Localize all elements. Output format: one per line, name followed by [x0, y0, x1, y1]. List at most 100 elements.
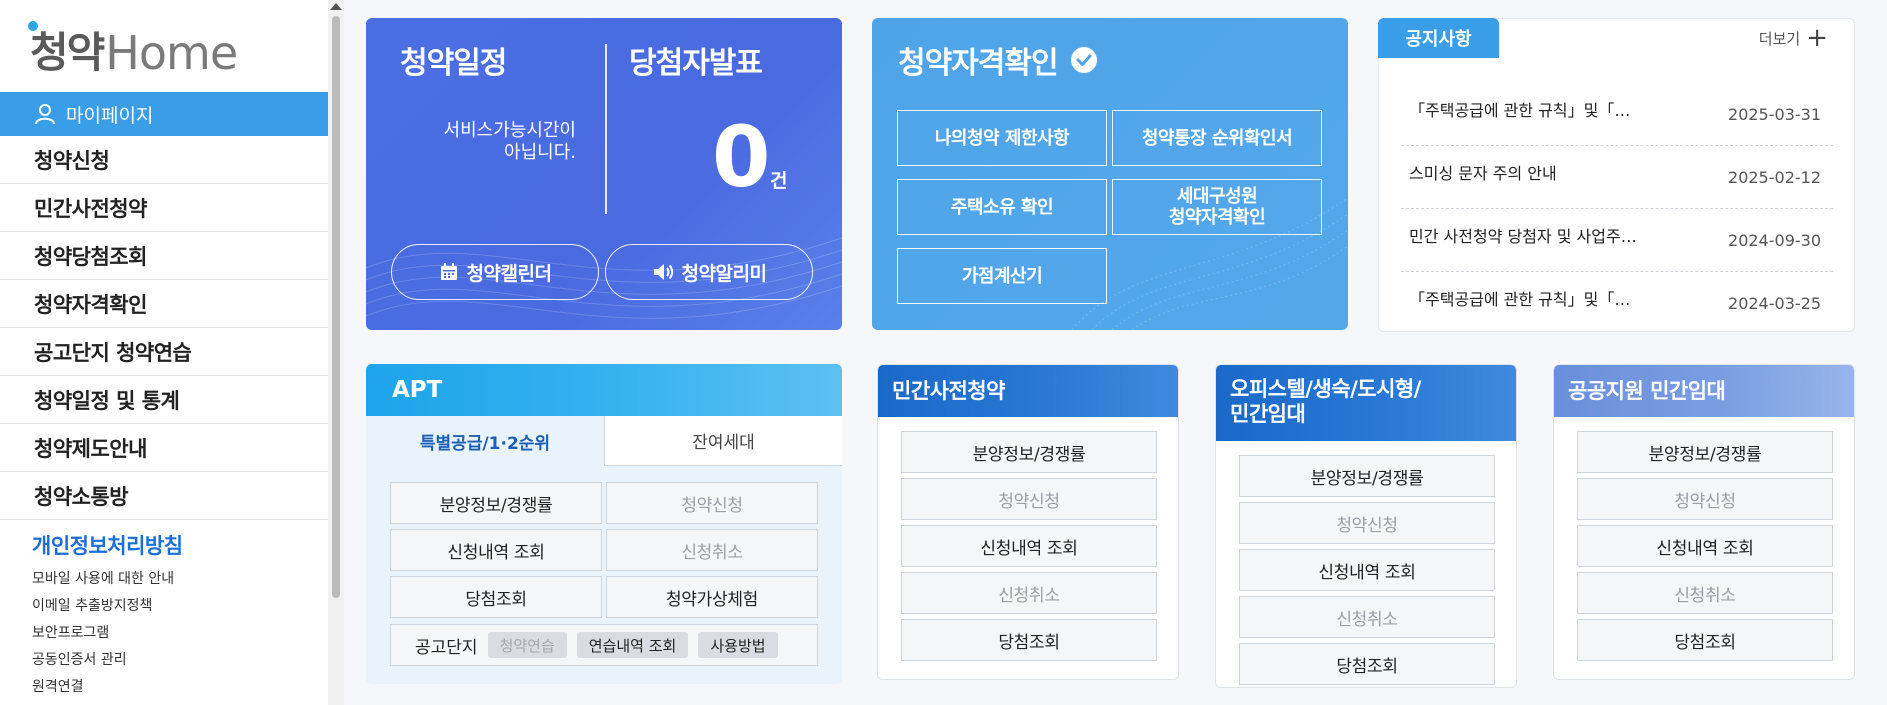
- public-rental-header: 공공지원 민간임대: [1554, 365, 1854, 417]
- scroll-up-icon[interactable]: [330, 3, 342, 10]
- notice-item-date: 2025-02-12: [1728, 168, 1821, 187]
- winner-count-unit: 건: [770, 170, 788, 192]
- my-restriction-button[interactable]: 나의청약 제한사항: [897, 110, 1107, 166]
- notice-item-date: 2024-09-30: [1728, 231, 1821, 250]
- logo-korean: 청약: [28, 19, 105, 80]
- practice-history-chip[interactable]: 연습내역 조회: [576, 632, 689, 658]
- mypage-label: 마이페이지: [66, 104, 154, 127]
- apt-tabs: 특별공급/1·2순위 잔여세대: [366, 416, 842, 466]
- private-pre-apply-button[interactable]: 청약신청: [901, 478, 1157, 520]
- service-unavailable-message: 서비스가능시간이 아닙니다.: [406, 120, 576, 164]
- sidebar-item-private-pre-subscription[interactable]: 민간사전청약: [0, 184, 328, 232]
- private-pre-winner-button[interactable]: 당첨조회: [901, 619, 1157, 661]
- private-pre-history-button[interactable]: 신청내역 조회: [901, 525, 1157, 567]
- public-rental-sale-info-button[interactable]: 분양정보/경쟁률: [1577, 431, 1833, 473]
- notice-item[interactable]: 스미싱 문자 주의 안내 2025-02-12: [1401, 146, 1833, 209]
- notice-item-title: 스미싱 문자 주의 안내: [1409, 164, 1557, 183]
- practice-label: 공고단지: [415, 637, 478, 658]
- mobile-guide-link[interactable]: 모바일 사용에 대한 안내: [32, 566, 174, 593]
- private-pre-sale-info-button[interactable]: 분양정보/경쟁률: [901, 431, 1157, 473]
- sidebar-scrollbar[interactable]: [328, 0, 344, 705]
- public-rental-cancel-button[interactable]: 신청취소: [1577, 572, 1833, 614]
- alarm-button-label: 청약알리미: [681, 262, 767, 285]
- house-ownership-button[interactable]: 주택소유 확인: [897, 179, 1107, 235]
- tab-special-supply[interactable]: 특별공급/1·2순위: [366, 416, 604, 466]
- apt-history-button[interactable]: 신청내역 조회: [390, 529, 602, 571]
- apt-virtual-experience-button[interactable]: 청약가상체험: [606, 576, 818, 618]
- schedule-title[interactable]: 청약일정: [400, 38, 507, 82]
- notice-item[interactable]: 민간 사전청약 당첨자 및 사업주… 2024-09-30: [1401, 209, 1833, 272]
- service-message-line2: 아닙니다.: [504, 142, 576, 163]
- notice-more-link[interactable]: 더보기 +: [1759, 25, 1828, 51]
- calendar-button-label: 청약캘린더: [466, 262, 552, 285]
- practice-chip[interactable]: 청약연습: [487, 632, 567, 658]
- apt-card: APT 특별공급/1·2순위 잔여세대 분양정보/경쟁률 청약신청 신청내역 조…: [366, 364, 842, 684]
- apt-header: APT: [366, 364, 842, 416]
- officetel-apply-button[interactable]: 청약신청: [1239, 502, 1495, 544]
- notice-item-title: 「주택공급에 관한 규칙」및「…: [1409, 101, 1631, 120]
- site-logo[interactable]: 청약 Home: [28, 21, 238, 80]
- winner-count: 0: [712, 108, 771, 206]
- household-eligibility-line1: 세대구성원: [1176, 186, 1258, 207]
- private-pre-header: 민간사전청약: [878, 365, 1178, 417]
- sidebar-item-eligibility[interactable]: 청약자격확인: [0, 280, 328, 328]
- officetel-cancel-button[interactable]: 신청취소: [1239, 596, 1495, 638]
- mypage-link[interactable]: 마이페이지: [0, 92, 328, 136]
- public-rental-history-button[interactable]: 신청내역 조회: [1577, 525, 1833, 567]
- officetel-sale-info-button[interactable]: 분양정보/경쟁률: [1239, 455, 1495, 497]
- officetel-history-button[interactable]: 신청내역 조회: [1239, 549, 1495, 591]
- alarm-button[interactable]: 청약알리미: [605, 244, 813, 300]
- apt-practice-row: 공고단지 청약연습 연습내역 조회 사용방법: [390, 624, 818, 666]
- remote-link[interactable]: 원격연결: [32, 674, 174, 701]
- sidebar-item-communication[interactable]: 청약소통방: [0, 472, 328, 520]
- email-policy-link[interactable]: 이메일 추출방지정책: [32, 593, 174, 620]
- certificate-link[interactable]: 공동인증서 관리: [32, 647, 174, 674]
- scroll-thumb[interactable]: [332, 16, 340, 598]
- private-pre-cancel-button[interactable]: 신청취소: [901, 572, 1157, 614]
- account-rank-button[interactable]: 청약통장 순위확인서: [1112, 110, 1322, 166]
- footer-links: 모바일 사용에 대한 안내 이메일 추출방지정책 보안프로그램 공동인증서 관리…: [32, 566, 174, 701]
- eligibility-title[interactable]: 청약자격확인: [898, 38, 1098, 82]
- notice-item[interactable]: 「주택공급에 관한 규칙」및「… 2024-03-25: [1401, 272, 1833, 335]
- plus-icon: +: [1806, 23, 1828, 53]
- eligibility-card: 청약자격확인 나의청약 제한사항 청약통장 순위확인서 주택소유 확인 세대구성…: [872, 18, 1348, 330]
- notice-tab[interactable]: 공지사항: [1378, 18, 1499, 58]
- officetel-title-line2: 민간임대: [1230, 402, 1306, 426]
- usage-guide-chip[interactable]: 사용방법: [698, 632, 778, 658]
- household-eligibility-button[interactable]: 세대구성원 청약자격확인: [1112, 179, 1322, 235]
- apt-cancel-button[interactable]: 신청취소: [606, 529, 818, 571]
- privacy-policy-link[interactable]: 개인정보처리방침: [32, 530, 183, 560]
- service-message-line1: 서비스가능시간이: [443, 120, 576, 141]
- sidebar-item-system-guide[interactable]: 청약제도안내: [0, 424, 328, 472]
- public-rental-card: 공공지원 민간임대 분양정보/경쟁률 청약신청 신청내역 조회 신청취소 당첨조…: [1553, 364, 1855, 680]
- sidebar-item-practice[interactable]: 공고단지 청약연습: [0, 328, 328, 376]
- security-program-link[interactable]: 보안프로그램: [32, 620, 174, 647]
- sidebar-item-apply[interactable]: 청약신청: [0, 136, 328, 184]
- notice-item-date: 2025-03-31: [1728, 105, 1821, 124]
- officetel-winner-button[interactable]: 당첨조회: [1239, 643, 1495, 685]
- public-rental-winner-button[interactable]: 당첨조회: [1577, 619, 1833, 661]
- apt-apply-button[interactable]: 청약신청: [606, 482, 818, 524]
- score-calculator-button[interactable]: 가점계산기: [897, 248, 1107, 304]
- calendar-icon: [440, 263, 457, 280]
- schedule-card: 청약일정 서비스가능시간이 아닙니다. 당첨자발표 0 건 청약캘린더 청약알리…: [366, 18, 842, 330]
- notice-item-date: 2024-03-25: [1728, 294, 1821, 313]
- schedule-divider: [605, 44, 607, 214]
- apt-winner-button[interactable]: 당첨조회: [390, 576, 602, 618]
- apt-sale-info-button[interactable]: 분양정보/경쟁률: [390, 482, 602, 524]
- household-eligibility-line2: 청약자격확인: [1168, 207, 1266, 228]
- logo-dot-icon: [28, 21, 38, 31]
- notice-item-title: 「주택공급에 관한 규칙」및「…: [1409, 290, 1631, 309]
- sidebar-item-winner-lookup[interactable]: 청약당첨조회: [0, 232, 328, 280]
- officetel-card: 오피스텔/생숙/도시형/ 민간임대 분양정보/경쟁률 청약신청 신청내역 조회 …: [1215, 364, 1517, 688]
- calendar-button[interactable]: 청약캘린더: [391, 244, 599, 300]
- logo-english: Home: [105, 26, 238, 80]
- sidebar: 청약 Home 마이페이지 청약신청 민간사전청약 청약당첨조회 청약자격확인 …: [0, 0, 328, 705]
- public-rental-apply-button[interactable]: 청약신청: [1577, 478, 1833, 520]
- winner-announcement-title[interactable]: 당첨자발표: [629, 38, 763, 82]
- check-circle-icon: [1070, 47, 1097, 73]
- eligibility-title-text: 청약자격확인: [898, 46, 1059, 81]
- notice-item[interactable]: 「주택공급에 관한 규칙」및「… 2025-03-31: [1401, 83, 1833, 146]
- sidebar-item-schedule-stats[interactable]: 청약일정 및 통계: [0, 376, 328, 424]
- tab-remaining-units[interactable]: 잔여세대: [604, 416, 842, 466]
